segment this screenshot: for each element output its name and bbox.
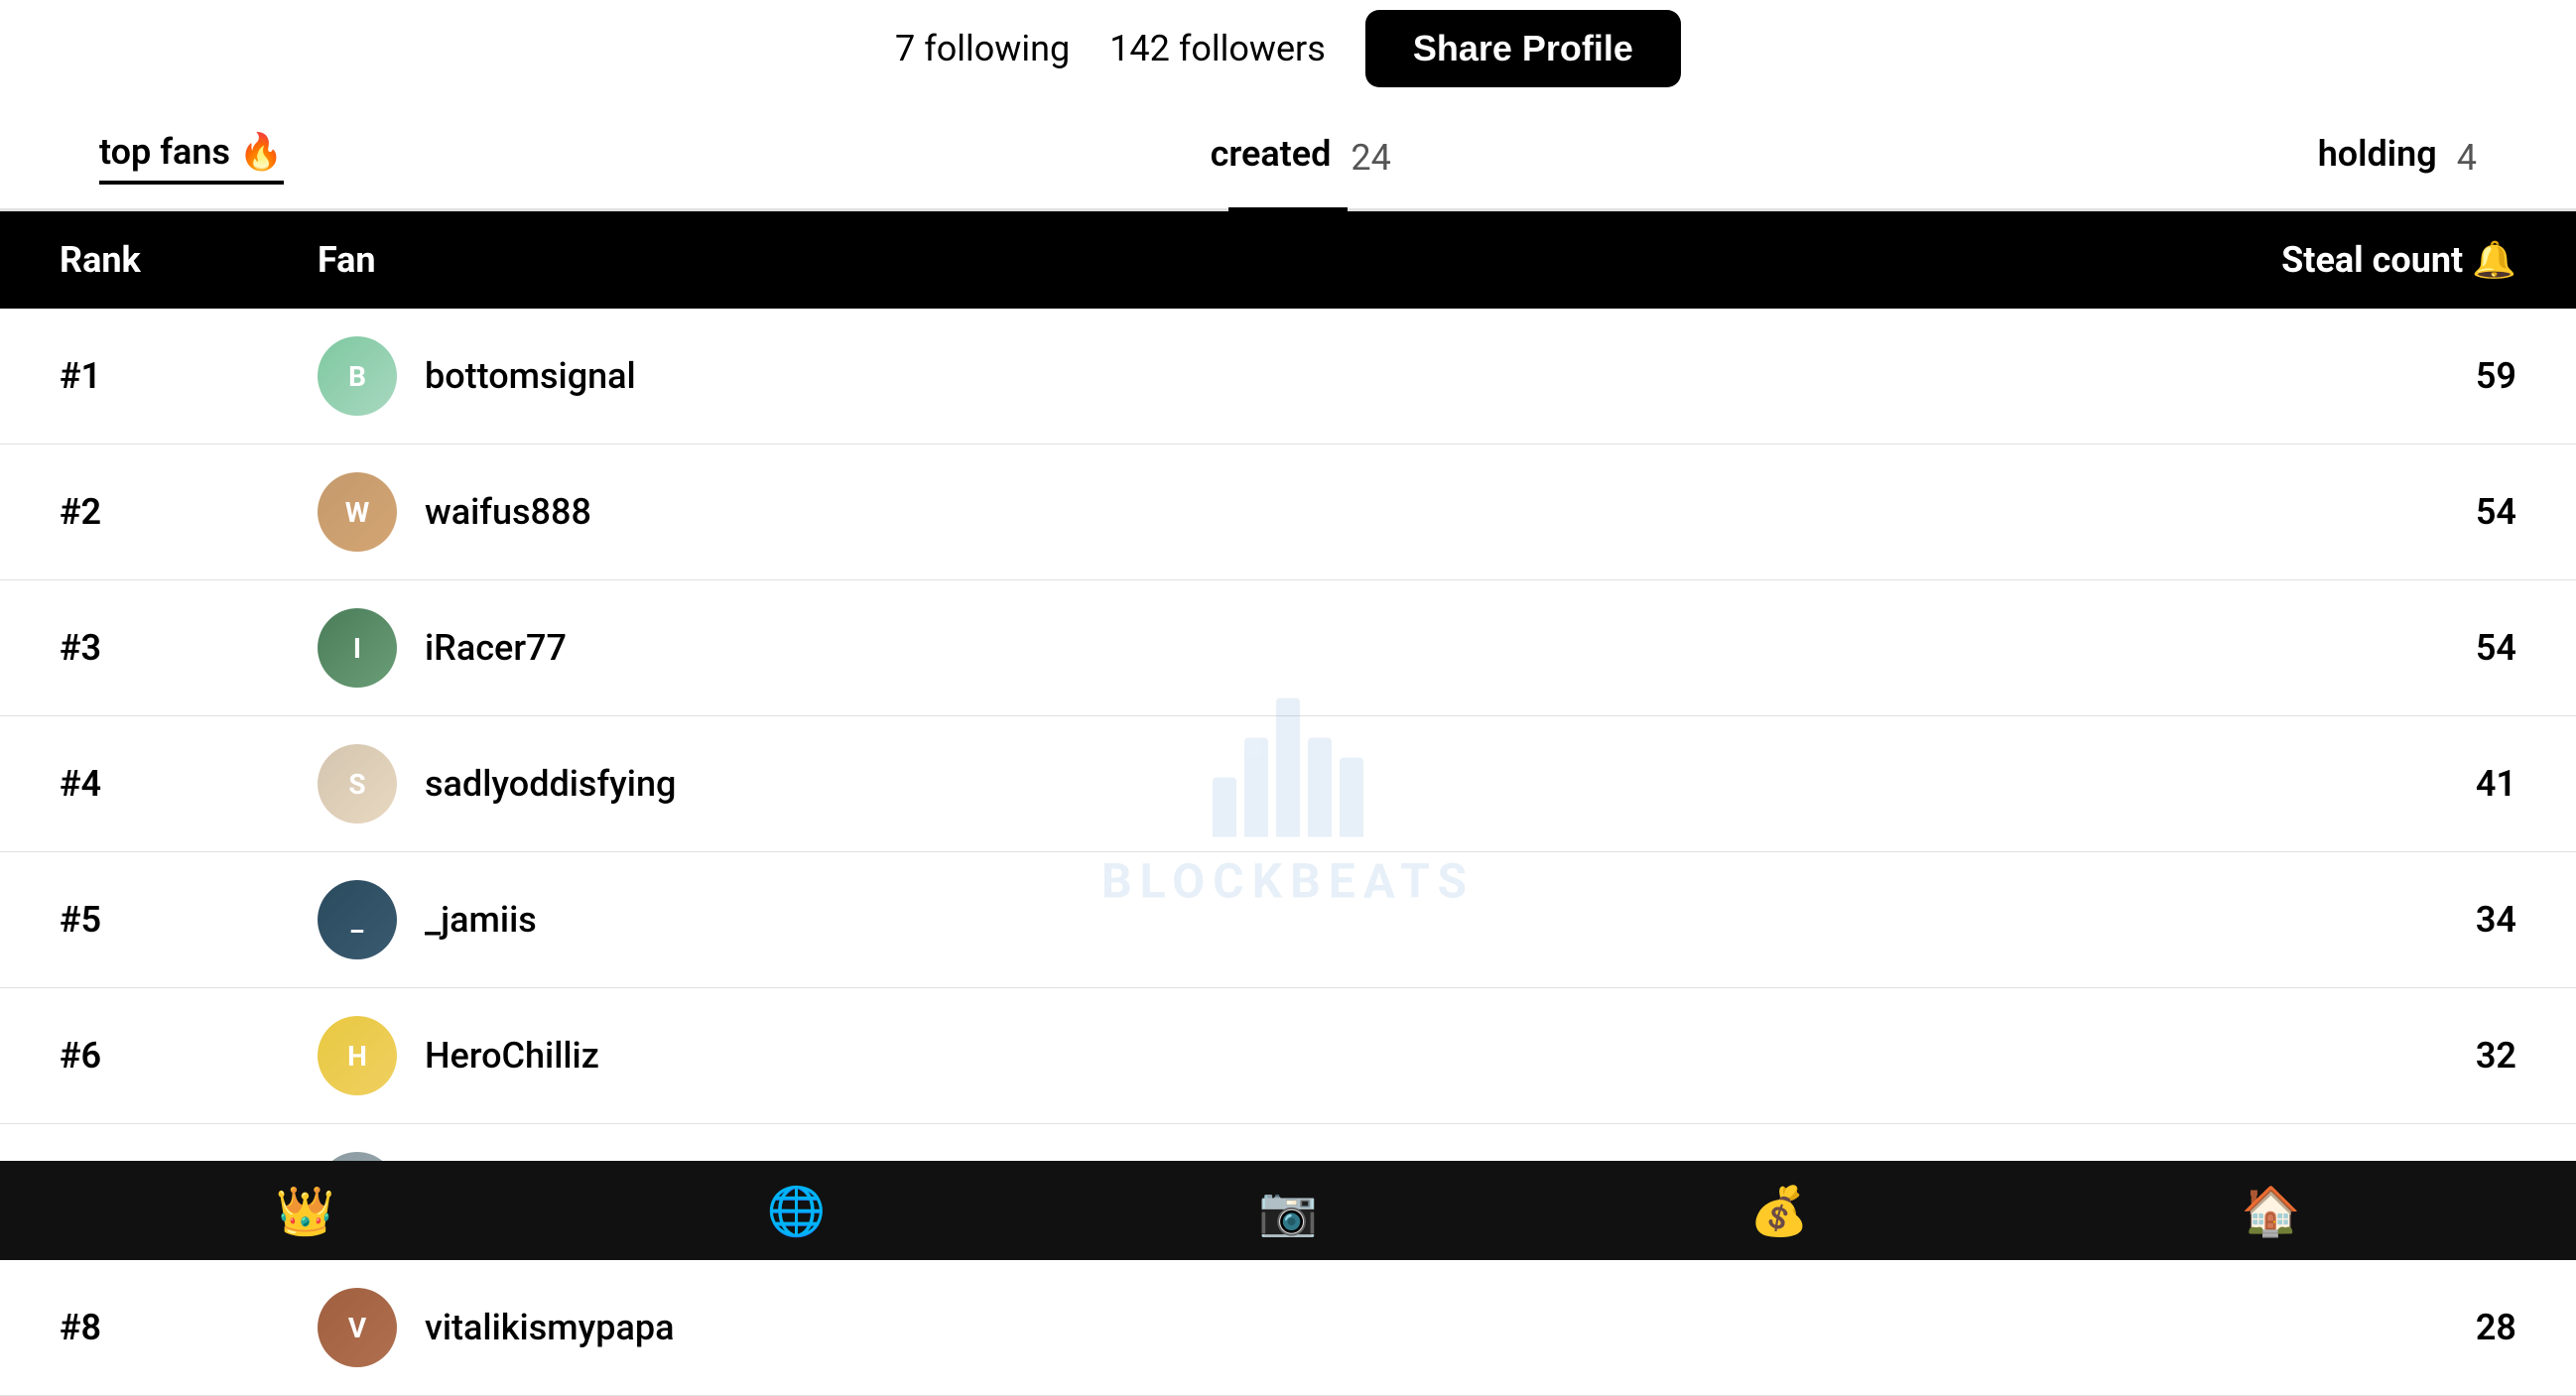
steal-count-cell: 54: [2219, 627, 2516, 669]
nav-home-icon[interactable]: 🏠: [2241, 1183, 2300, 1239]
nav-globe-icon[interactable]: 🌐: [767, 1183, 827, 1239]
share-profile-button[interactable]: Share Profile: [1365, 10, 1681, 87]
followers-label: 142 followers: [1109, 28, 1326, 69]
fan-username[interactable]: waifus888: [425, 491, 591, 533]
table-row[interactable]: #2 W waifus888 54: [0, 444, 2576, 580]
avatar: _: [318, 880, 397, 959]
fan-cell: _ _jamiis: [318, 880, 2219, 959]
table-row[interactable]: #5 _ _jamiis 34: [0, 852, 2576, 988]
bottom-nav: 👑 🌐 📷 💰 🏠: [0, 1161, 2576, 1260]
avatar: W: [318, 472, 397, 552]
tab-created-count: 24: [1351, 137, 1390, 179]
nav-money-icon[interactable]: 💰: [1749, 1183, 1809, 1239]
fan-username[interactable]: _jamiis: [425, 899, 537, 941]
table-row[interactable]: #6 H HeroChilliz 32: [0, 988, 2576, 1124]
rank-cell: #3: [60, 627, 318, 669]
header-fan: Fan: [318, 239, 2219, 281]
fan-cell: S sadlyoddisfying: [318, 744, 2219, 824]
following-stat: 7 following: [895, 28, 1070, 69]
table-row[interactable]: #8 V vitalikismypapa 28: [0, 1260, 2576, 1396]
top-fans-tab-group[interactable]: top fans 🔥: [99, 131, 284, 185]
avatar: V: [318, 1288, 397, 1367]
fan-cell: V vitalikismypapa: [318, 1288, 2219, 1367]
rank-cell: #5: [60, 899, 318, 941]
avatar: S: [318, 744, 397, 824]
avatar: B: [318, 336, 397, 416]
fan-cell: W waifus888: [318, 472, 2219, 552]
fan-cell: I iRacer77: [318, 608, 2219, 688]
fan-username[interactable]: bottomsignal: [425, 355, 636, 397]
tab-created-label[interactable]: created: [1211, 133, 1332, 183]
profile-stats-row: 7 following 142 followers Share Profile: [895, 10, 1681, 87]
tab-holding-count: 4: [2457, 137, 2477, 179]
steal-count-cell: 28: [2219, 1307, 2516, 1348]
rank-cell: #4: [60, 763, 318, 805]
steal-count-cell: 59: [2219, 355, 2516, 397]
nav-crown-icon[interactable]: 👑: [276, 1183, 335, 1239]
table-row[interactable]: #4 S sadlyoddisfying 41: [0, 716, 2576, 852]
profile-header: 7 following 142 followers Share Profile: [0, 0, 2576, 107]
fan-cell: H HeroChilliz: [318, 1016, 2219, 1095]
fan-username[interactable]: iRacer77: [425, 627, 567, 669]
header-rank: Rank: [60, 239, 318, 281]
rank-cell: #2: [60, 491, 318, 533]
tab-top-fans[interactable]: top fans 🔥: [99, 131, 284, 185]
fan-cell: B bottomsignal: [318, 336, 2219, 416]
created-tab-group[interactable]: created 24: [1211, 133, 1391, 183]
table-header: Rank Fan Steal count 🔔: [0, 211, 2576, 309]
fan-username[interactable]: HeroChilliz: [425, 1035, 599, 1077]
table-row[interactable]: #1 B bottomsignal 59: [0, 309, 2576, 444]
nav-camera-icon[interactable]: 📷: [1258, 1183, 1318, 1239]
following-label: 7 following: [895, 28, 1070, 69]
steal-count-cell: 32: [2219, 1035, 2516, 1077]
steal-count-cell: 54: [2219, 491, 2516, 533]
tab-holding-label[interactable]: holding: [2318, 133, 2437, 183]
avatar: I: [318, 608, 397, 688]
rank-cell: #1: [60, 355, 318, 397]
avatar: H: [318, 1016, 397, 1095]
header-steal-count: Steal count 🔔: [2219, 239, 2516, 281]
table-row[interactable]: #3 I iRacer77 54: [0, 580, 2576, 716]
rank-cell: #8: [60, 1307, 318, 1348]
fan-username[interactable]: sadlyoddisfying: [425, 763, 676, 805]
holding-tab-group[interactable]: holding 4: [2318, 133, 2477, 183]
fan-username[interactable]: vitalikismypapa: [425, 1307, 675, 1348]
followers-stat: 142 followers: [1109, 28, 1326, 69]
rank-cell: #6: [60, 1035, 318, 1077]
steal-count-cell: 41: [2219, 763, 2516, 805]
tabs-row: top fans 🔥 created 24 holding 4: [0, 107, 2576, 211]
steal-count-cell: 34: [2219, 899, 2516, 941]
